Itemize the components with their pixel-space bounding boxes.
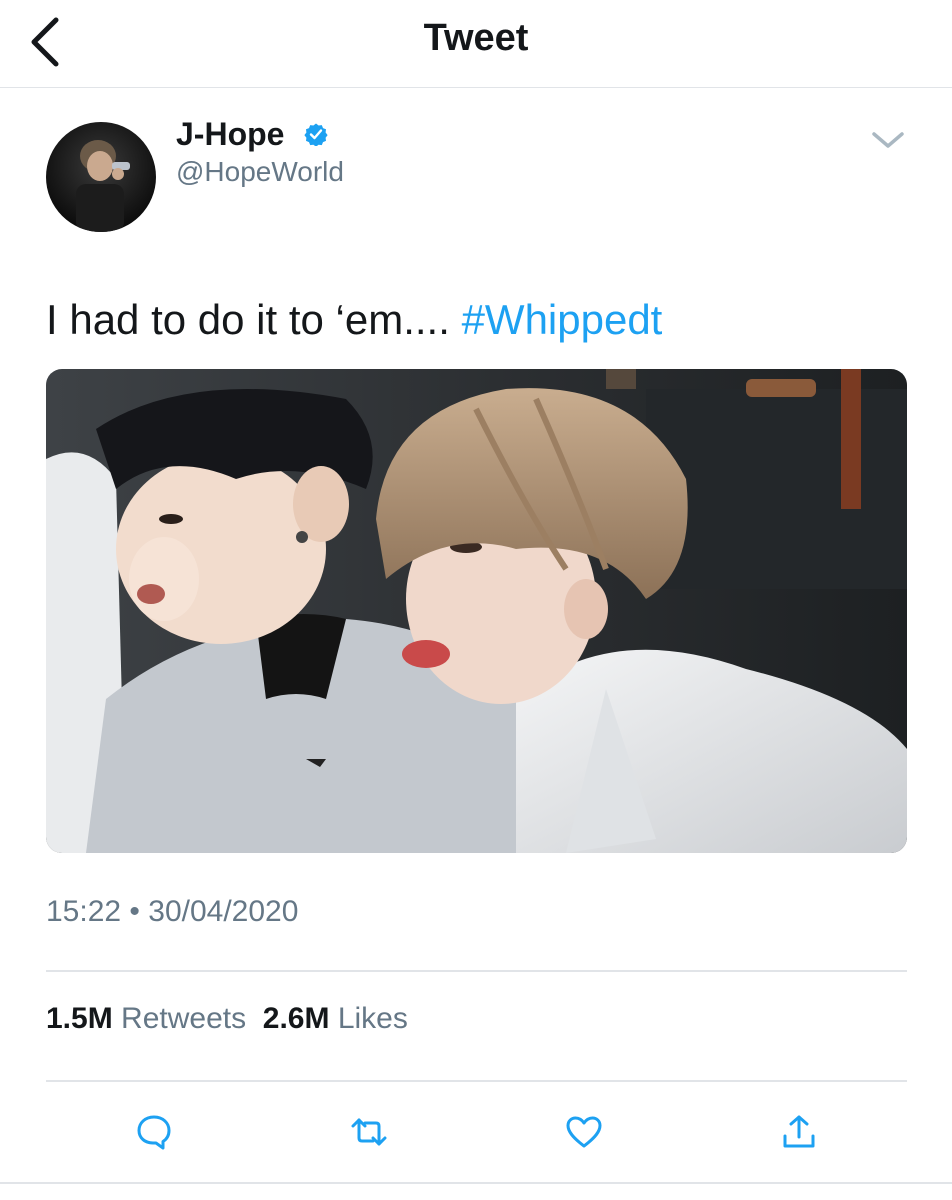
share-icon [783, 1115, 815, 1148]
more-options-button[interactable] [868, 126, 908, 154]
retweets-stat[interactable]: 1.5M Retweets [46, 1002, 246, 1035]
like-button[interactable] [564, 1112, 604, 1152]
engagement-stats: 1.5M Retweets 2.6M Likes [46, 999, 408, 1039]
share-button[interactable] [779, 1112, 819, 1152]
avatar[interactable] [46, 122, 156, 232]
speech-bubble-icon [137, 1115, 171, 1150]
divider [0, 1182, 952, 1184]
author-handle[interactable]: @HopeWorld [176, 154, 344, 190]
retweets-count: 1.5M [46, 1002, 113, 1035]
hashtag-link[interactable]: #Whippedt [462, 296, 663, 343]
tweet-media[interactable] [46, 369, 907, 853]
media-photo [46, 369, 907, 853]
retweet-button[interactable] [349, 1112, 389, 1152]
timestamp-separator: • [121, 895, 149, 928]
tweet-time: 15:22 [46, 895, 122, 928]
tweet-text: I had to do it to ‘em.... #Whippedt [46, 294, 662, 346]
heart-icon [566, 1116, 602, 1148]
page-title: Tweet [423, 17, 529, 59]
divider [46, 970, 907, 972]
likes-stat[interactable]: 2.6M Likes [263, 1002, 408, 1035]
verified-badge-icon [304, 122, 328, 147]
tweet-body: I had to do it to ‘em.... [46, 296, 462, 343]
chevron-down-icon [872, 132, 904, 148]
likes-count: 2.6M [262, 1002, 330, 1035]
retweets-label: Retweets [121, 1002, 247, 1035]
author-name[interactable]: J-Hope [176, 114, 284, 154]
avatar-photo [46, 122, 156, 232]
divider [46, 1080, 907, 1082]
reply-button[interactable] [134, 1112, 174, 1152]
tweet-date: 30/04/2020 [148, 895, 299, 928]
tweet-timestamp: 15:22 • 30/04/2020 [46, 892, 298, 932]
retweet-icon [351, 1118, 387, 1146]
likes-label: Likes [337, 1002, 408, 1035]
